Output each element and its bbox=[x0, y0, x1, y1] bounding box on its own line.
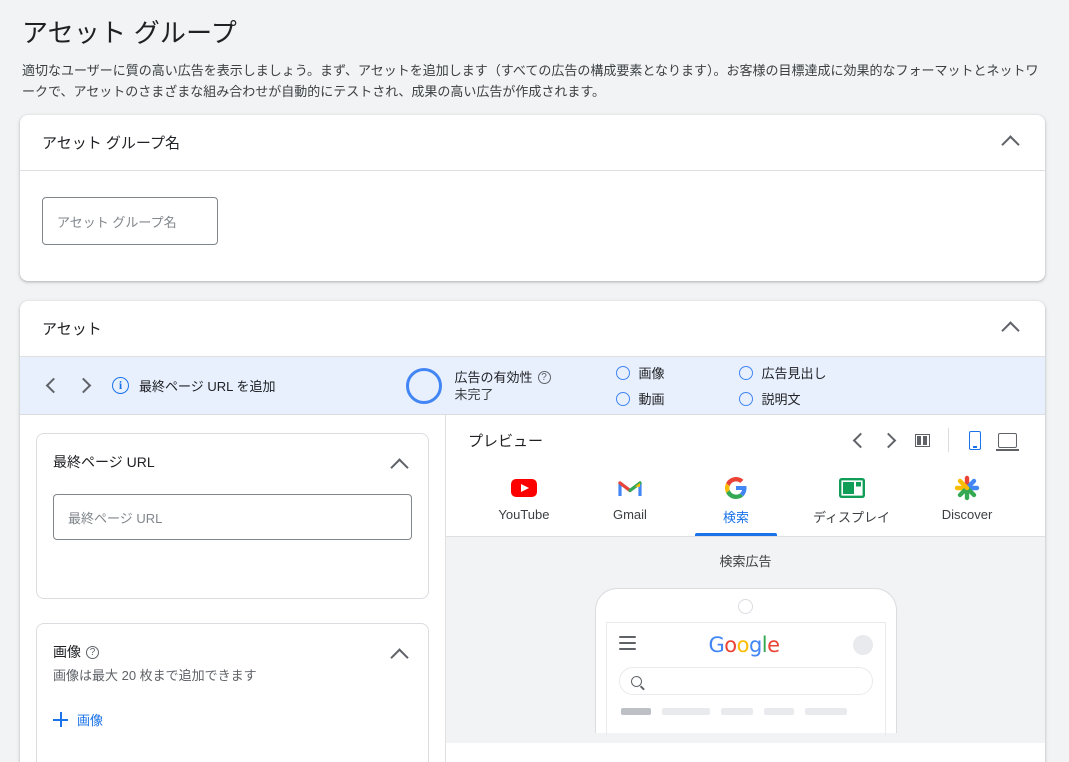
help-icon[interactable]: ? bbox=[537, 370, 551, 384]
asset-checklist-column-2: 広告見出し 説明文 bbox=[738, 363, 827, 408]
checklist-item-image: 画像 bbox=[615, 363, 665, 382]
asset-group-name-card-body: アセット グループ名 bbox=[20, 171, 1045, 271]
final-url-card: 最終ページ URL 最終ページ URL bbox=[36, 433, 429, 599]
tab-gmail[interactable]: Gmail bbox=[595, 465, 665, 536]
placeholder-chip bbox=[763, 708, 794, 715]
ad-strength: 広告の有効性 ? 未完了 bbox=[405, 367, 551, 404]
images-card-header: 画像 ? 画像は最大 20 枚まで追加できます bbox=[37, 624, 428, 684]
phone-mockup: Google bbox=[594, 588, 897, 736]
placeholder-chip bbox=[661, 708, 710, 715]
page-description: 適切なユーザーに質の高い広告を表示しましょう。まず、アセットを追加します（すべて… bbox=[22, 63, 1039, 99]
tab-label: ディスプレイ bbox=[812, 510, 891, 525]
chevron-right-icon[interactable] bbox=[874, 424, 906, 456]
images-card-title: 画像 bbox=[53, 644, 81, 660]
ad-strength-value: 未完了 bbox=[454, 386, 494, 402]
assets-card-header: アセット bbox=[20, 301, 1045, 357]
tab-search[interactable]: 検索 bbox=[694, 465, 777, 536]
display-network-icon bbox=[838, 473, 865, 503]
chevron-left-icon[interactable] bbox=[34, 369, 68, 403]
asset-group-name-card-title: アセット グループ名 bbox=[42, 135, 180, 152]
asset-group-name-card: アセット グループ名 アセット グループ名 bbox=[20, 115, 1045, 281]
tab-label: Discover bbox=[941, 507, 993, 522]
circle-unchecked-icon bbox=[615, 391, 630, 406]
placeholder-chip bbox=[804, 708, 847, 715]
tab-display[interactable]: ディスプレイ bbox=[807, 465, 896, 536]
preview-platform-tabs: YouTube Gmail 検索 ディスプレイ Discover bbox=[446, 465, 1045, 537]
images-card: 画像 ? 画像は最大 20 枚まで追加できます 画像 bbox=[36, 623, 429, 762]
mobile-device-icon[interactable] bbox=[959, 424, 991, 456]
status-message: 最終ページ URL を追加 bbox=[139, 379, 276, 394]
preview-title: プレビュー bbox=[468, 432, 544, 450]
ad-strength-label: 広告の有効性 bbox=[454, 369, 533, 385]
final-url-card-title: 最終ページ URL bbox=[53, 454, 155, 470]
asset-status-bar: i 最終ページ URL を追加 広告の有効性 ? 未完了 画像 動画 広告見出し… bbox=[20, 357, 1045, 415]
chevron-right-icon[interactable] bbox=[68, 369, 102, 403]
placeholder-chip bbox=[620, 708, 651, 715]
assets-card: アセット i 最終ページ URL を追加 広告の有効性 ? 未完了 画像 動画 … bbox=[20, 301, 1045, 762]
assets-card-title: アセット bbox=[42, 321, 102, 338]
page-title: アセット グループ bbox=[22, 18, 237, 48]
assets-form-pane: 最終ページ URL 最終ページ URL 画像 ? 画像は最大 20 枚まで追加で… bbox=[20, 415, 446, 762]
gmail-icon bbox=[618, 473, 642, 503]
chevron-up-icon[interactable] bbox=[386, 642, 412, 668]
preview-pane: プレビュー YouTube Gmail 検索 ディスプレイ Discover 検… bbox=[446, 415, 1045, 762]
checklist-label: 動画 bbox=[638, 392, 665, 407]
hamburger-menu-icon bbox=[618, 636, 636, 654]
google-search-icon bbox=[724, 473, 748, 503]
add-image-label: 画像 bbox=[77, 713, 104, 728]
chevron-up-icon[interactable] bbox=[997, 316, 1023, 342]
tab-discover[interactable]: Discover bbox=[932, 465, 1002, 536]
ad-strength-ring bbox=[405, 367, 442, 404]
checklist-item-video: 動画 bbox=[615, 389, 665, 408]
preview-search-input bbox=[618, 667, 873, 695]
circle-unchecked-icon bbox=[738, 391, 753, 406]
asset-checklist-column-1: 画像 動画 bbox=[615, 363, 665, 408]
preview-stage-caption: 検索広告 bbox=[719, 554, 772, 569]
tab-label: YouTube bbox=[498, 507, 550, 522]
preview-stage: 検索広告 Google bbox=[446, 537, 1045, 743]
tab-label: Gmail bbox=[612, 507, 647, 522]
images-card-subtitle: 画像は最大 20 枚まで追加できます bbox=[53, 668, 257, 683]
preview-header: プレビュー bbox=[446, 415, 1045, 465]
checklist-item-headline: 広告見出し bbox=[738, 363, 827, 382]
discover-icon bbox=[954, 473, 980, 503]
help-icon[interactable]: ? bbox=[86, 645, 99, 659]
circle-unchecked-icon bbox=[738, 365, 753, 380]
avatar-icon bbox=[852, 635, 873, 655]
split-view-icon[interactable] bbox=[906, 424, 938, 456]
tab-label: 検索 bbox=[722, 510, 749, 525]
final-url-input[interactable]: 最終ページ URL bbox=[53, 494, 412, 540]
placeholder-chip bbox=[720, 708, 753, 715]
preview-placeholder-chips bbox=[619, 708, 873, 715]
search-icon bbox=[630, 675, 642, 687]
plus-icon bbox=[53, 712, 68, 727]
checklist-label: 画像 bbox=[638, 366, 665, 381]
assets-body: 最終ページ URL 最終ページ URL 画像 ? 画像は最大 20 枚まで追加で… bbox=[20, 415, 1045, 762]
final-url-card-header: 最終ページ URL bbox=[37, 434, 428, 478]
desktop-device-icon[interactable] bbox=[991, 424, 1023, 456]
tab-youtube[interactable]: YouTube bbox=[489, 465, 559, 536]
asset-group-name-input[interactable]: アセット グループ名 bbox=[42, 197, 218, 245]
checklist-label: 広告見出し bbox=[761, 366, 827, 381]
page-root: アセット グループ 適切なユーザーに質の高い広告を表示しましょう。まず、アセット… bbox=[0, 0, 1069, 762]
checklist-label: 説明文 bbox=[761, 392, 801, 407]
add-image-button[interactable]: 画像 bbox=[53, 710, 103, 729]
google-logo: Google bbox=[708, 633, 780, 657]
chevron-up-icon[interactable] bbox=[386, 452, 412, 478]
chevron-left-icon[interactable] bbox=[842, 424, 874, 456]
phone-screen: Google bbox=[605, 622, 886, 736]
checklist-item-description: 説明文 bbox=[738, 389, 827, 408]
toolbar-divider bbox=[948, 428, 949, 452]
phone-camera-icon bbox=[738, 599, 753, 614]
asset-group-name-card-header: アセット グループ名 bbox=[20, 115, 1045, 171]
circle-unchecked-icon bbox=[615, 365, 630, 380]
chevron-up-icon[interactable] bbox=[997, 130, 1023, 156]
page-header: アセット グループ 適切なユーザーに質の高い広告を表示しましょう。まず、アセット… bbox=[0, 0, 1069, 102]
info-icon: i bbox=[112, 377, 129, 394]
youtube-icon bbox=[510, 473, 538, 503]
